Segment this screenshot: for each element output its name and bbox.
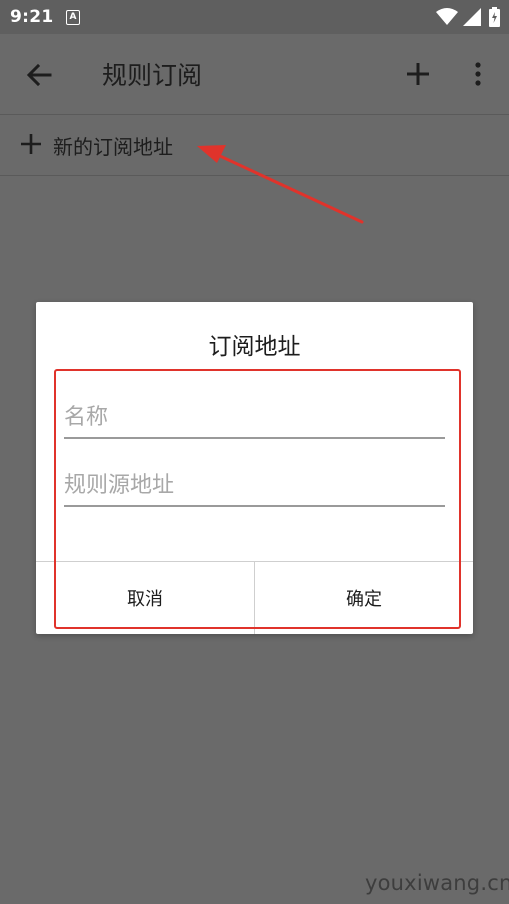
subscription-dialog: 订阅地址 取消 确定	[36, 302, 473, 634]
plus-icon[interactable]	[403, 59, 433, 89]
status-time: 9:21	[10, 7, 54, 27]
status-bar: 9:21 A	[0, 0, 509, 34]
wifi-icon	[436, 8, 458, 25]
dialog-title: 订阅地址	[208, 334, 301, 360]
page-title: 规则订阅	[102, 61, 203, 90]
battery-icon	[489, 7, 500, 27]
toolbar: 规则订阅	[0, 34, 509, 114]
cancel-button[interactable]: 取消	[36, 562, 254, 634]
more-vert-icon[interactable]	[466, 59, 490, 89]
confirm-button[interactable]: 确定	[255, 562, 473, 634]
plus-icon	[21, 134, 41, 154]
back-arrow-icon[interactable]	[22, 58, 56, 92]
name-input[interactable]	[64, 397, 445, 439]
rule-source-url-input[interactable]	[64, 465, 445, 507]
new-subscription-label: 新的订阅地址	[53, 135, 173, 159]
a-notification-icon: A	[66, 10, 80, 25]
list-divider	[0, 175, 509, 176]
new-subscription-row[interactable]: 新的订阅地址	[0, 115, 509, 175]
signal-icon	[463, 8, 481, 26]
watermark: youxiwang.cn	[365, 871, 509, 895]
